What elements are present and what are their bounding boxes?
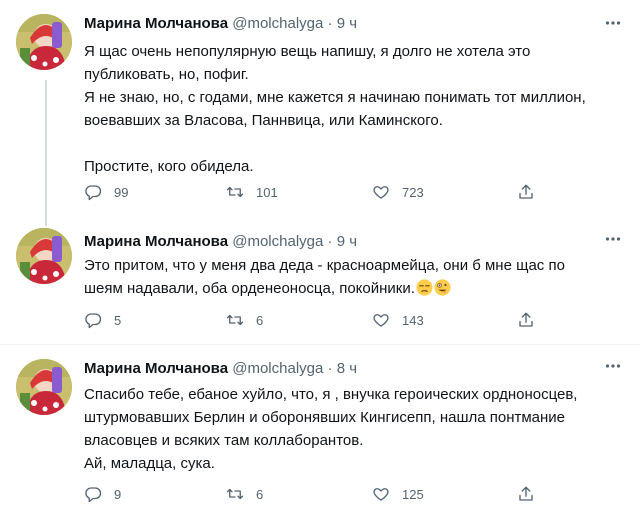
retweet-button[interactable]: 6 (226, 310, 263, 330)
author-name[interactable]: Марина Молчанова (84, 15, 228, 32)
avatar[interactable] (16, 359, 72, 415)
author-handle[interactable]: @molchalyga (232, 360, 323, 377)
reply-button[interactable]: 5 (84, 310, 121, 330)
tweet-text-line: шеям надавали, оба орденеоносца, покойни… (84, 280, 415, 297)
like-count: 143 (402, 312, 424, 328)
retweet-button[interactable]: 101 (226, 182, 278, 202)
share-icon (519, 486, 533, 501)
separator-dot: · (327, 15, 333, 32)
timestamp[interactable]: 8 ч (337, 360, 357, 377)
like-count: 723 (402, 184, 424, 200)
retweet-icon (226, 186, 244, 198)
tweet-text-line: власовцев и всяких там коллаборантов. (84, 432, 364, 449)
tweet-actions: 5 6 143 (84, 310, 624, 330)
tweet-text-line: Это притом, что у меня два деда - красно… (84, 257, 565, 274)
reply-count: 5 (114, 312, 122, 328)
like-count: 125 (402, 486, 424, 502)
thread-line (45, 218, 47, 226)
share-button[interactable] (517, 182, 535, 202)
reply-icon (85, 185, 102, 201)
tweet-header: Марина Молчанова @molchalyga · 9 ч (84, 14, 624, 34)
tweet-text-line: Я щас очень непопулярную вещь напишу, я … (84, 43, 531, 60)
tweet-text-line: публиковать, но, пофиг. (84, 66, 249, 83)
thread-line (45, 80, 47, 218)
timestamp[interactable]: 9 ч (337, 233, 357, 250)
tweet-text-line: Спасибо тебе, ебаное хуйло, что, я , вну… (84, 386, 578, 403)
zany-face-emoji (434, 279, 451, 296)
more-icon[interactable] (604, 230, 622, 250)
retweet-icon (226, 314, 244, 326)
avatar[interactable] (16, 228, 72, 284)
tweet-text-line: Простите, кого обидела. (84, 158, 254, 175)
heart-icon (373, 186, 389, 199)
heart-icon (373, 314, 389, 327)
retweet-count: 6 (256, 486, 264, 502)
share-button[interactable] (517, 484, 535, 504)
like-button[interactable]: 143 (372, 310, 424, 330)
share-icon (519, 184, 533, 199)
author-name[interactable]: Марина Молчанова (84, 233, 228, 250)
separator-dot: · (327, 360, 333, 377)
tweet-text-line: воевавших за Власова, Паннвица, или Ками… (84, 112, 443, 129)
share-button[interactable] (517, 310, 535, 330)
like-button[interactable]: 125 (372, 484, 424, 504)
reply-icon (85, 313, 102, 329)
author-handle[interactable]: @molchalyga (232, 15, 323, 32)
tweet-text: Спасибо тебе, ебаное хуйло, что, я , вну… (84, 383, 626, 475)
tweet-text-line: Я не знаю, но, с годами, мне кажется я н… (84, 89, 586, 106)
retweet-count: 6 (256, 312, 264, 328)
tweet[interactable]: Марина Молчанова @molchalyga · 8 ч Спаси… (0, 344, 640, 517)
author-handle[interactable]: @molchalyga (232, 233, 323, 250)
reply-button[interactable]: 99 (84, 182, 128, 202)
unamused-face-emoji (416, 279, 433, 296)
reply-button[interactable]: 9 (84, 484, 121, 504)
tweet[interactable]: Марина Молчанова @molchalyga · 9 ч Это п… (0, 218, 640, 344)
timestamp[interactable]: 9 ч (337, 15, 357, 32)
more-icon[interactable] (604, 357, 622, 377)
retweet-button[interactable]: 6 (226, 484, 263, 504)
retweet-icon (226, 488, 244, 500)
avatar[interactable] (16, 14, 72, 70)
retweet-count: 101 (256, 184, 278, 200)
reply-icon (85, 487, 102, 503)
tweet-text-line-with-emoji: шеям надавали, оба орденеоносца, покойни… (84, 277, 626, 300)
author-name[interactable]: Марина Молчанова (84, 360, 228, 377)
more-icon[interactable] (604, 14, 622, 34)
heart-icon (373, 488, 389, 501)
tweet-text: Это притом, что у меня два деда - красно… (84, 254, 626, 300)
tweet-actions: 99 101 723 (84, 182, 624, 202)
reply-count: 9 (114, 486, 122, 502)
tweet-text-blank-line (84, 132, 626, 155)
tweet-header: Марина Молчанова @molchalyga · 8 ч (84, 359, 624, 379)
separator-dot: · (327, 233, 333, 250)
tweet-text: Я щас очень непопулярную вещь напишу, я … (84, 40, 626, 178)
tweet-text-line: Ай, маладца, сука. (84, 455, 215, 472)
like-button[interactable]: 723 (372, 182, 424, 202)
tweet-text-line: штурмовавших Берлин и оборонявших Кингис… (84, 409, 566, 426)
tweet-header: Марина Молчанова @molchalyga · 9 ч (84, 232, 624, 252)
tweet[interactable]: Марина Молчанова @molchalyga · 9 ч Я щас… (0, 0, 640, 218)
tweet-actions: 9 6 125 (84, 484, 624, 504)
reply-count: 99 (114, 184, 129, 200)
share-icon (519, 312, 533, 327)
